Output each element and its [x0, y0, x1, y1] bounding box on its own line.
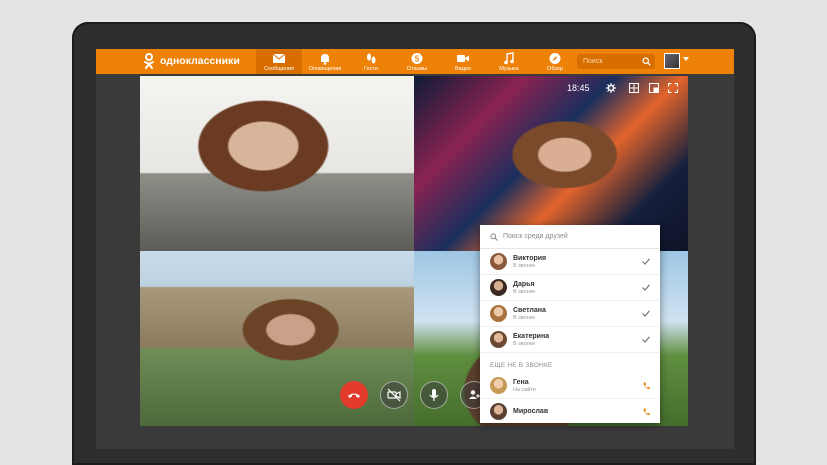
video-camera-icon	[457, 55, 469, 62]
video-tile-1	[140, 76, 414, 251]
rating-icon: 5	[411, 53, 423, 64]
settings-icon[interactable]	[606, 83, 616, 93]
friend-row[interactable]: Виктория В звонке	[480, 249, 660, 275]
friends-search-placeholder: Поиск среди друзей	[503, 233, 568, 240]
bell-icon	[321, 54, 329, 65]
search-placeholder: Поиск	[583, 58, 603, 65]
avatar	[490, 253, 507, 270]
end-call-button[interactable]	[340, 381, 368, 409]
microphone-icon	[429, 389, 439, 401]
nav-explore[interactable]: Обзор	[532, 49, 578, 74]
call-time: 18:45	[567, 83, 590, 93]
friend-name: Мирослав	[513, 407, 549, 415]
check-icon	[642, 284, 650, 291]
friend-name: Гена	[513, 378, 529, 386]
friends-search-input[interactable]: Поиск среди друзей	[480, 225, 660, 249]
not-in-call-heading: ЕЩЕ НЕ В ЗВОНКЕ	[490, 362, 553, 369]
friend-name: Дарья	[513, 280, 535, 288]
hang-up-icon	[348, 393, 360, 398]
ok-logo-icon	[144, 53, 154, 69]
svg-text:5: 5	[415, 55, 420, 64]
friend-status: В звонке	[513, 288, 536, 295]
friend-row[interactable]: Мирослав	[480, 399, 660, 423]
video-tile-3	[140, 251, 414, 426]
nav-music[interactable]: Музыка	[486, 49, 532, 74]
phone-icon[interactable]	[643, 382, 650, 390]
friend-status: На сайте	[513, 386, 536, 393]
nav-label: Видео	[454, 66, 472, 72]
avatar	[490, 279, 507, 296]
phone-icon[interactable]	[643, 408, 650, 416]
chevron-down-icon[interactable]	[683, 57, 689, 61]
grid-layout-icon[interactable]	[629, 83, 639, 93]
friend-name: Светлана	[513, 306, 546, 314]
main-nav: Сообщения Оповещения Гости 5 Отзывы Виде…	[256, 49, 578, 74]
nav-label: Отзывы	[406, 66, 428, 72]
check-icon	[642, 310, 650, 317]
avatar	[490, 377, 507, 394]
friend-name: Екатерина	[513, 332, 550, 340]
nav-label: Сообщения	[264, 66, 294, 72]
friend-row[interactable]: Светлана В звонке	[480, 301, 660, 327]
friend-status: В звонке	[513, 262, 536, 269]
friend-row[interactable]: Гена На сайте	[480, 373, 660, 399]
participants-panel: Поиск среди друзей Виктория В звонке Дар…	[480, 225, 660, 423]
friend-status: В звонке	[513, 314, 536, 321]
minimize-window-icon[interactable]	[649, 83, 659, 93]
search-input[interactable]: Поиск	[577, 54, 655, 69]
friend-name: Виктория	[513, 254, 547, 262]
camera-off-icon	[387, 388, 401, 402]
app-screen: одноклассники Сообщения Оповещения Гости…	[96, 49, 734, 449]
check-icon	[642, 258, 650, 265]
site-logo[interactable]: одноклассники	[143, 53, 240, 69]
avatar	[490, 331, 507, 348]
nav-label: Оповещения	[308, 66, 342, 72]
microphone-toggle-button[interactable]	[420, 381, 448, 409]
envelope-icon	[272, 53, 286, 63]
avatar	[490, 305, 507, 322]
friend-row[interactable]: Екатерина В звонке	[480, 327, 660, 353]
friend-row[interactable]: Дарья В звонке	[480, 275, 660, 301]
nav-guests[interactable]: Гости	[348, 49, 394, 74]
friend-status: В звонке	[513, 340, 536, 347]
user-avatar[interactable]	[664, 53, 680, 69]
nav-label: Гости	[363, 66, 378, 72]
site-name: одноклассники	[160, 55, 240, 67]
search-icon	[490, 232, 498, 241]
check-icon	[642, 336, 650, 343]
search-icon	[642, 57, 651, 66]
top-bar: одноклассники Сообщения Оповещения Гости…	[96, 49, 734, 74]
camera-toggle-button[interactable]	[380, 381, 408, 409]
music-icon	[504, 52, 514, 65]
add-user-icon	[469, 390, 480, 399]
nav-messages[interactable]: Сообщения	[256, 49, 302, 74]
nav-notifications[interactable]: Оповещения	[302, 49, 348, 74]
fullscreen-icon[interactable]	[668, 83, 678, 93]
nav-label: Обзор	[547, 66, 563, 72]
nav-reviews[interactable]: 5 Отзывы	[394, 49, 440, 74]
avatar	[490, 403, 507, 420]
nav-label: Музыка	[499, 66, 519, 72]
footprints-icon	[367, 53, 376, 64]
compass-icon	[549, 53, 561, 64]
nav-video[interactable]: Видео	[440, 49, 486, 74]
